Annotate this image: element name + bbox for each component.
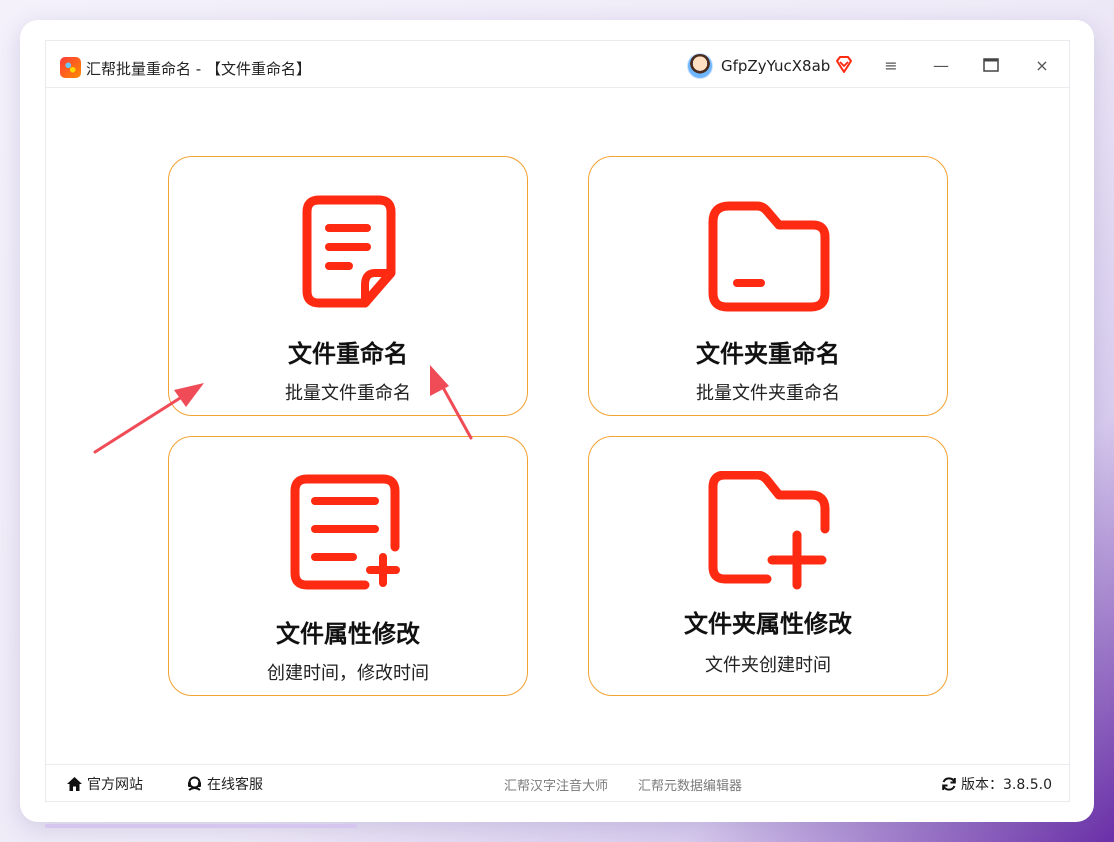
card-file-attributes[interactable]: 文件属性修改 创建时间，修改时间	[168, 436, 528, 696]
card-title: 文件重命名	[288, 340, 408, 368]
folder-add-icon	[708, 471, 830, 590]
maximize-button[interactable]	[980, 55, 1002, 75]
folder-icon	[708, 201, 830, 312]
version-info[interactable]: 版本：3.8.5.0	[941, 774, 1052, 794]
card-subtitle: 批量文件重命名	[285, 383, 411, 404]
document-add-icon	[290, 474, 400, 590]
card-subtitle: 创建时间，修改时间	[267, 663, 429, 684]
card-title: 文件属性修改	[276, 620, 420, 648]
username-label[interactable]: GfpZyYucX8ab	[721, 57, 830, 75]
online-support-label: 在线客服	[207, 777, 263, 793]
card-subtitle: 批量文件夹重命名	[696, 383, 840, 404]
vip-diamond-icon[interactable]	[834, 56, 854, 74]
menu-button[interactable]: ≡	[880, 55, 902, 75]
card-title: 文件夹属性修改	[684, 610, 852, 638]
home-icon	[67, 777, 82, 791]
metadata-editor-link[interactable]: 汇帮元数据编辑器	[638, 775, 742, 794]
scrollbar[interactable]	[45, 824, 357, 828]
card-folder-rename[interactable]: 文件夹重命名 批量文件夹重命名	[588, 156, 948, 416]
close-button[interactable]: ×	[1031, 55, 1053, 75]
headset-icon	[188, 776, 201, 791]
card-file-rename[interactable]: 文件重命名 批量文件重命名	[168, 156, 528, 416]
window-title: 汇帮批量重命名 - 【文件重命名】	[86, 60, 311, 78]
card-subtitle: 文件夹创建时间	[705, 655, 831, 676]
refresh-icon	[942, 777, 956, 791]
official-website-label: 官方网站	[87, 777, 143, 793]
app-logo-icon	[60, 57, 81, 78]
user-avatar[interactable]	[687, 53, 713, 79]
official-website-link[interactable]: 官方网站	[66, 774, 143, 794]
online-support-link[interactable]: 在线客服	[186, 774, 263, 794]
card-title: 文件夹重命名	[696, 340, 840, 368]
minimize-button[interactable]: —	[930, 55, 952, 75]
maximize-icon	[983, 58, 999, 72]
status-footer: 官方网站 在线客服 汇帮汉字注音大师 汇帮元数据编辑器 版本：3.8.5.0	[46, 764, 1069, 802]
title-bar: 汇帮批量重命名 - 【文件重命名】 GfpZyYucX8ab ≡ — ×	[46, 41, 1069, 88]
document-icon	[302, 195, 396, 308]
version-label: 版本：3.8.5.0	[961, 777, 1052, 793]
pinyin-tool-link[interactable]: 汇帮汉字注音大师	[504, 775, 608, 794]
app-window: 汇帮批量重命名 - 【文件重命名】 GfpZyYucX8ab ≡ — × 文件重…	[45, 40, 1070, 802]
card-folder-attributes[interactable]: 文件夹属性修改 文件夹创建时间	[588, 436, 948, 696]
